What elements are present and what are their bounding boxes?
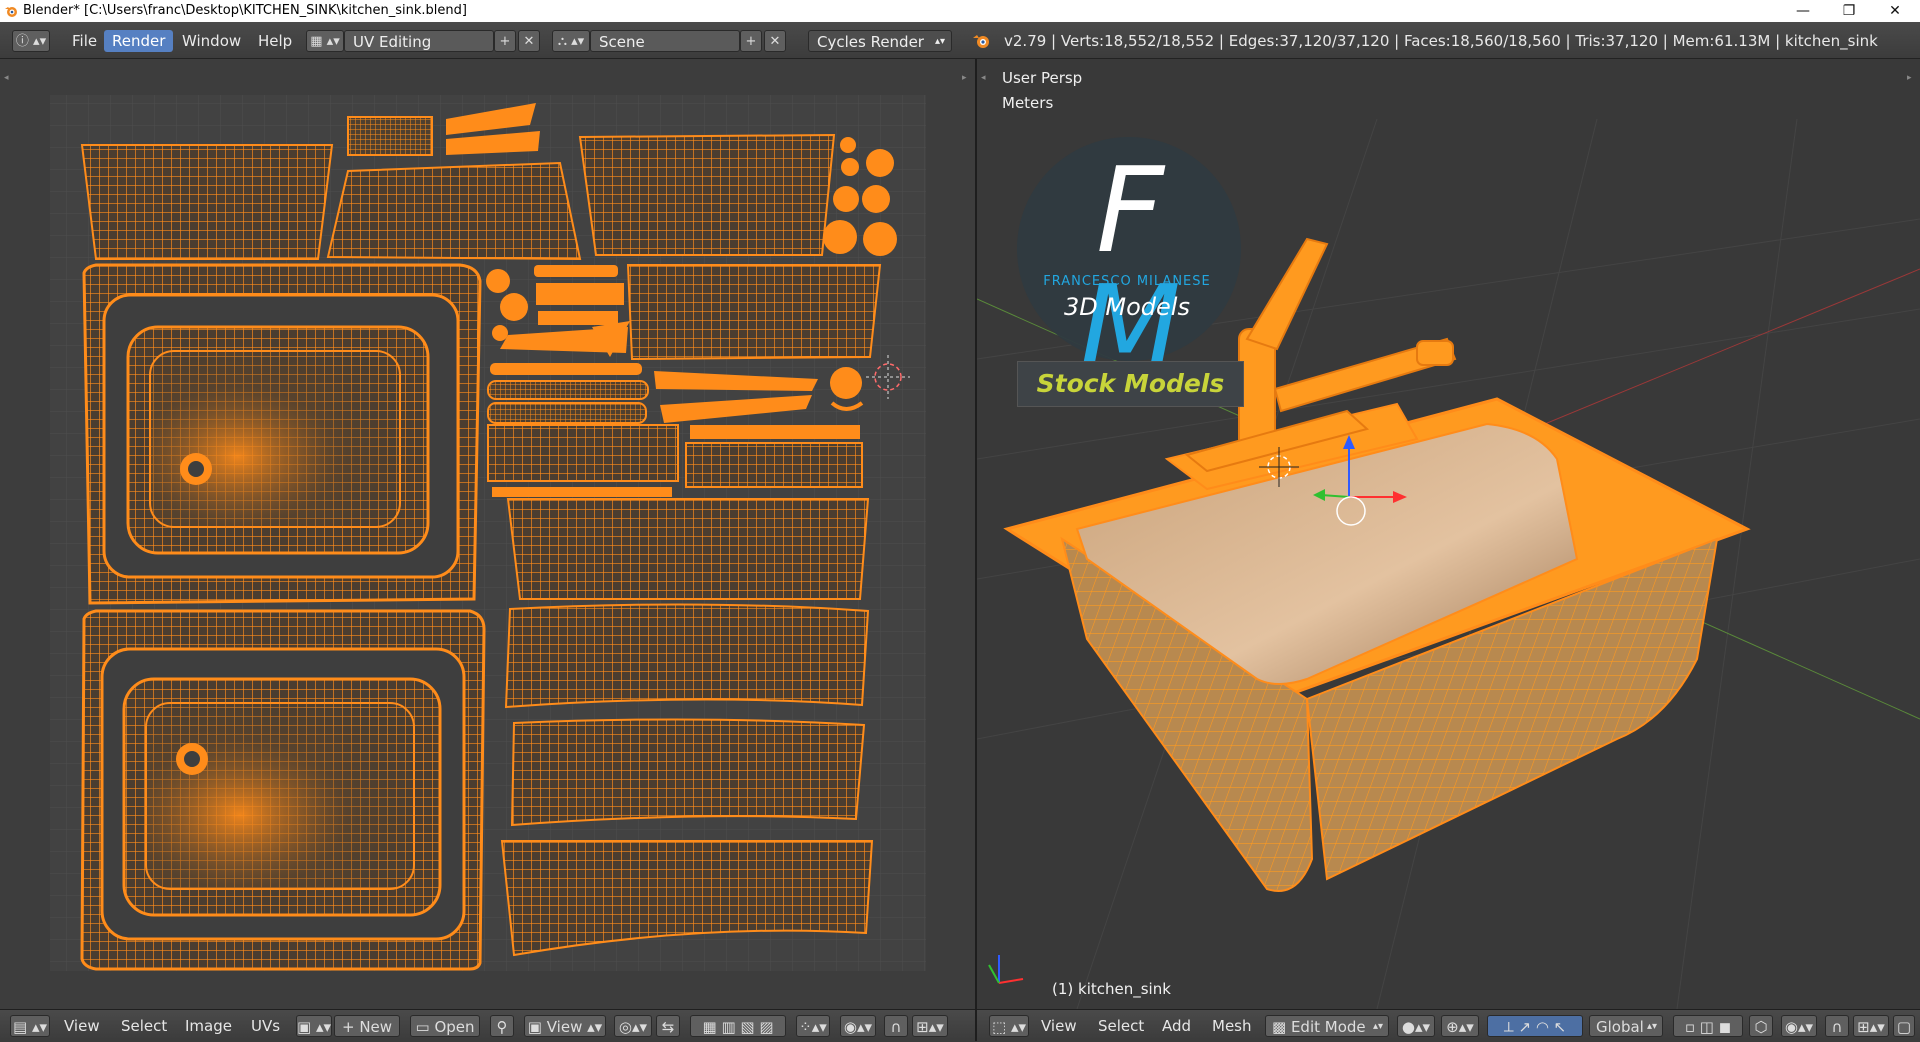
blender-logo-icon (973, 35, 989, 48)
new-image-button[interactable]: + New (334, 1015, 400, 1037)
manipulator-icons[interactable]: ⟂ ↗ ◠ ↖ (1487, 1015, 1583, 1037)
select-mode-icons[interactable]: ▦ ▥ ▧ ▨ (690, 1015, 786, 1037)
uv-menu-uvs[interactable]: UVs (251, 1015, 280, 1037)
snap-element-icon[interactable]: ⊞▴▾ (1853, 1015, 1889, 1037)
uv-island[interactable] (326, 161, 582, 261)
proportional-edit-icon[interactable]: ◉▴▾ (840, 1015, 876, 1037)
menu-window[interactable]: Window (174, 30, 249, 52)
uv-island[interactable] (82, 263, 482, 605)
menu-help[interactable]: Help (250, 30, 300, 52)
screen-layout-icon[interactable]: ▦ ▴▾ (306, 30, 344, 52)
add-scene-icon[interactable]: + (740, 30, 762, 52)
sync-selection-icon[interactable]: ⇆ (656, 1015, 680, 1037)
sticky-select-icon[interactable]: ⁘▴▾ (796, 1015, 830, 1037)
snap-icon[interactable]: ∩ (884, 1015, 908, 1037)
uv-island[interactable] (80, 144, 334, 260)
info-header: ⓘ ▴▾ File Render Window Help ▦ ▴▾ UV Edi… (0, 22, 1920, 59)
uv-menu-image[interactable]: Image (185, 1015, 232, 1037)
window-title: Blender* [C:\Users\franc\Desktop\KITCHEN… (23, 3, 467, 18)
uv-island[interactable] (626, 264, 882, 361)
fm-logo-letters: F M (1037, 151, 1217, 387)
limit-selection-icon[interactable]: ⬡ (1749, 1015, 1773, 1037)
render-engine-label: Cycles Render (817, 33, 924, 51)
chevron-updown-icon: ▴▾ (1372, 1021, 1383, 1032)
pivot-point-icon[interactable]: ⊕▴▾ (1441, 1015, 1479, 1037)
window-titlebar: Blender* [C:\Users\franc\Desktop\KITCHEN… (0, 0, 1920, 22)
fm-logo-subtitle: 3D Models (1064, 293, 1190, 321)
uv-island[interactable] (506, 498, 870, 600)
proportional-edit-icon[interactable]: ◉▴▾ (1781, 1015, 1817, 1037)
delete-screen-icon[interactable]: ✕ (518, 30, 540, 52)
image-browse-icon[interactable]: ▣ ▴▾ (296, 1015, 332, 1037)
uv-island[interactable] (504, 603, 870, 709)
edit-mode-icon: ▩ (1272, 1018, 1291, 1036)
minimize-button[interactable]: — (1780, 0, 1826, 22)
sink-mesh[interactable] (1003, 397, 1751, 892)
render-engine-select[interactable]: Cycles Render ▴▾ (808, 30, 952, 52)
editor-type-3d-icon[interactable]: ⬚ ▴▾ (989, 1015, 1029, 1037)
pivot-icon[interactable]: ◎▴▾ (614, 1015, 652, 1037)
transform-orientation-select[interactable]: Global ▴▾ (1589, 1015, 1663, 1037)
fm-logo-name: FRANCESCO MILANESE (1043, 274, 1211, 289)
active-object-label: (1) kitchen_sink (1052, 980, 1171, 998)
chevron-updown-icon: ▴▾ (1646, 1021, 1657, 1032)
screen-layout-field[interactable]: UV Editing (344, 30, 494, 52)
open-image-label: Open (434, 1018, 475, 1036)
opengl-render-icon[interactable]: ▢ (1893, 1015, 1915, 1037)
uv-island[interactable] (347, 116, 433, 156)
uv-island[interactable] (487, 363, 864, 497)
uv-canvas[interactable] (0, 59, 975, 1009)
image-mode-icon: ▣ (527, 1018, 547, 1036)
vp-menu-add[interactable]: Add (1162, 1015, 1191, 1037)
delete-scene-icon[interactable]: ✕ (764, 30, 786, 52)
menu-render[interactable]: Render (104, 30, 174, 52)
chevron-updown-icon: ▴▾ (934, 36, 945, 47)
uv-menu-select[interactable]: Select (121, 1015, 167, 1037)
uv-menu-view[interactable]: View (64, 1015, 100, 1037)
restore-button[interactable]: ❐ (1826, 0, 1872, 22)
uv-image-editor[interactable]: ◂ ▸ (0, 59, 975, 1009)
viewport-header: ⬚ ▴▾ View Select Add Mesh ▩ Edit Mode ▴▾… (977, 1009, 1920, 1042)
snap-icon[interactable]: ∩ (1825, 1015, 1849, 1037)
uv-island[interactable] (578, 133, 836, 256)
scene-stats: v2.79 | Verts:18,552/18,552 | Edges:37,1… (1004, 32, 1878, 50)
editor-type-uv-icon[interactable]: ▤ ▴▾ (10, 1015, 50, 1037)
scene-field[interactable]: Scene (590, 30, 740, 52)
menu-file[interactable]: File (64, 30, 105, 52)
vp-menu-select[interactable]: Select (1098, 1015, 1144, 1037)
image-mode-label: View (546, 1018, 583, 1036)
scene-icon[interactable]: ⛬ ▴▾ (552, 30, 590, 52)
folder-icon: ▭ (415, 1018, 435, 1036)
mode-label: Edit Mode (1290, 1018, 1366, 1036)
open-image-button[interactable]: ▭ Open (410, 1015, 480, 1037)
snap-element-icon[interactable]: ⊞▴▾ (912, 1015, 948, 1037)
select-mode-icons[interactable]: ▫ ◫ ◼ (1673, 1015, 1743, 1037)
editor-type-info-icon[interactable]: ⓘ ▴▾ (12, 30, 50, 52)
new-image-label: New (359, 1018, 393, 1036)
uv-island[interactable] (510, 718, 866, 827)
uv-editor-header: ▤ ▴▾ View Select Image UVs ▣ ▴▾ + New ▭ … (0, 1009, 975, 1042)
vp-menu-view[interactable]: View (1041, 1015, 1077, 1037)
3d-viewport[interactable]: ◂ ▸ User Persp Meters F M FRANCESCO MILA… (977, 59, 1920, 1009)
close-window-button[interactable]: ✕ (1872, 0, 1918, 22)
image-mode-select[interactable]: ▣ View ▴▾ (524, 1015, 606, 1037)
shading-icon[interactable]: ●▴▾ (1397, 1015, 1435, 1037)
axis-widget (988, 955, 1024, 984)
uv-island[interactable] (80, 609, 486, 971)
pin-icon[interactable]: ⚲ (490, 1015, 514, 1037)
plus-icon: + (341, 1018, 360, 1036)
vp-menu-mesh[interactable]: Mesh (1212, 1015, 1252, 1037)
stock-models-badge: Stock Models (1017, 361, 1244, 407)
orientation-label: Global (1596, 1018, 1644, 1036)
mode-select[interactable]: ▩ Edit Mode ▴▾ (1265, 1015, 1389, 1037)
blender-logo-icon (5, 7, 17, 17)
add-screen-icon[interactable]: + (494, 30, 516, 52)
